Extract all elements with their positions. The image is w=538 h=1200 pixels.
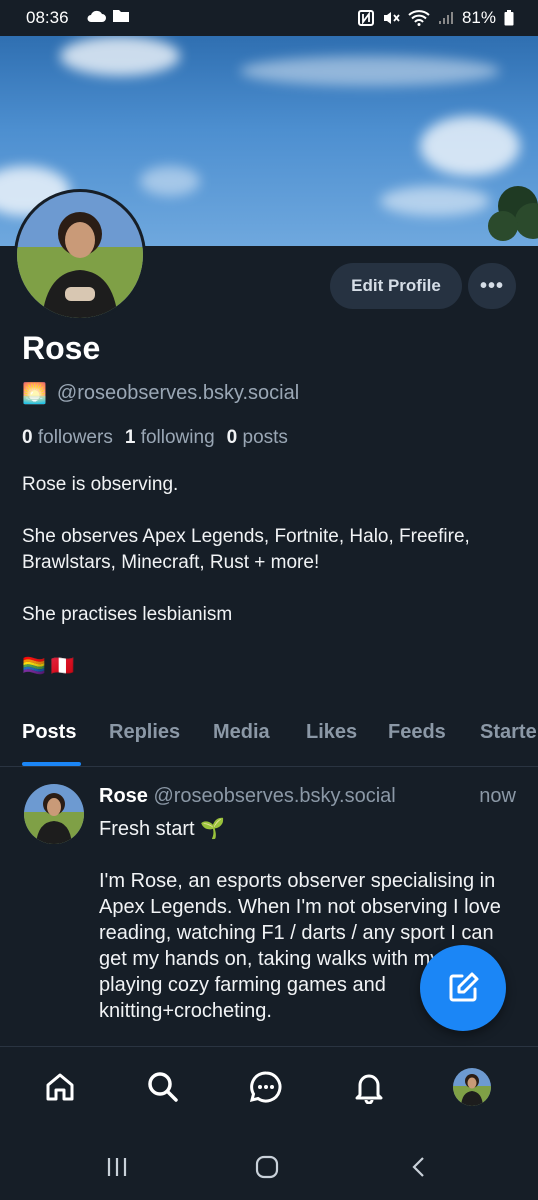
compose-button[interactable] [420,945,506,1031]
nav-home[interactable] [40,1067,80,1107]
profile-avatar-large[interactable] [14,189,146,321]
mute-icon [383,12,400,24]
posts-stat: 0 posts [226,427,288,448]
recent-apps-button[interactable] [102,1152,132,1182]
profile-handle: @roseobserves.bsky.social [56,382,300,404]
folder-icon [113,10,129,22]
battery-icon [504,10,514,26]
wifi-icon [408,10,430,26]
followers-stat[interactable]: 0 followers [22,427,113,449]
tab-media[interactable]: Media [213,721,270,744]
home-icon [46,1073,74,1101]
active-tab-indicator [22,762,81,766]
nav-notifications[interactable] [349,1067,389,1107]
tab-likes[interactable]: Likes [306,721,357,744]
back-chevron-icon [412,1157,424,1177]
tree-shape [488,186,538,241]
bottom-nav [0,1046,538,1132]
profile-tabs: Posts Replies Media Likes Feeds Starter … [0,715,538,767]
status-time: 08:36 [26,8,69,27]
handle-row: 🌅 @roseobserves.bsky.social [22,381,299,406]
chat-icon [249,1071,282,1103]
tab-starter-packs[interactable]: Starter Packs [480,721,538,744]
nav-search[interactable] [143,1067,183,1107]
more-options-button[interactable]: ••• [468,263,516,309]
nav-profile[interactable] [452,1067,492,1107]
profile-bio: Rose is observing. She observes Apex Leg… [22,474,470,677]
tab-replies[interactable]: Replies [109,721,180,744]
sunrise-emoji: 🌅 [22,383,47,405]
post-author[interactable]: Rose [99,785,148,807]
profile-stats: 0 followers 1 following 0 posts [22,427,288,449]
signal-icon [438,12,453,24]
cloud-icon [87,10,106,22]
battery-percent: 81% [461,8,496,27]
post-header: Rose @roseobserves.bsky.social [99,785,396,808]
nav-chat[interactable] [246,1067,286,1107]
home-button[interactable] [252,1152,282,1182]
profile-avatar [453,1068,491,1106]
recents-icon [107,1158,127,1176]
tab-feeds[interactable]: Feeds [388,721,446,744]
edit-profile-button[interactable]: Edit Profile [330,263,462,309]
search-icon [148,1072,178,1102]
compose-icon [449,972,479,1002]
following-stat[interactable]: 1 following [125,427,215,449]
system-nav-bar [0,1132,538,1200]
status-bar: 08:36 81% [0,0,538,36]
nfc-icon [357,10,374,26]
back-button[interactable] [404,1152,434,1182]
tab-posts[interactable]: Posts [22,721,76,744]
bell-icon [355,1074,383,1104]
post-avatar[interactable] [24,784,84,844]
home-circle-icon [255,1155,279,1179]
post-handle[interactable]: @roseobserves.bsky.social [153,785,395,807]
post-time: now [479,785,516,807]
profile-name: Rose [22,330,101,366]
